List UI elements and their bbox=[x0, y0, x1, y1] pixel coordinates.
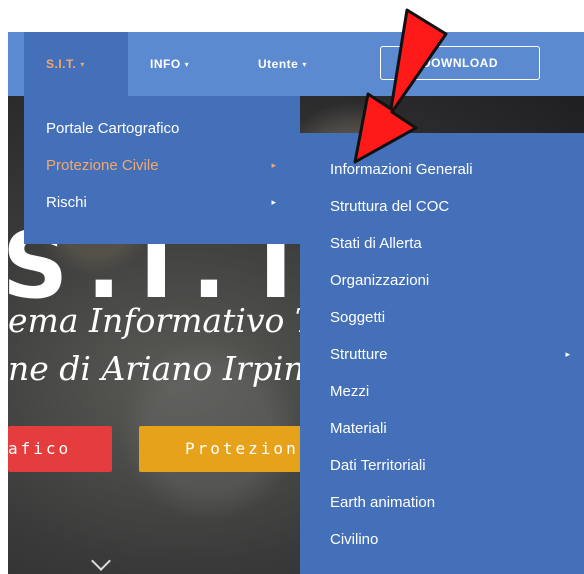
menu-item-protezione-civile[interactable]: Protezione Civile ▸ bbox=[24, 147, 300, 184]
submenu-item-materiali[interactable]: Materiali bbox=[300, 410, 584, 447]
submenu-item-struttura-del-coc[interactable]: Struttura del COC bbox=[300, 188, 584, 225]
menu-item-label: Organizzazioni bbox=[330, 272, 430, 289]
menu-item-label: Civilino bbox=[330, 531, 379, 548]
sit-dropdown-menu: Portale Cartografico Protezione Civile ▸… bbox=[24, 96, 300, 244]
hero-subtitle-line-1: ema Informativo T bbox=[8, 301, 317, 340]
menu-item-label: Materiali bbox=[330, 420, 387, 437]
submenu-item-mezzi[interactable]: Mezzi bbox=[300, 373, 584, 410]
submenu-item-stati-di-allerta[interactable]: Stati di Allerta bbox=[300, 225, 584, 262]
top-navbar: S.I.T. ▾ INFO ▾ Utente ▾ DOWNLOAD bbox=[8, 32, 584, 96]
nav-item-sit[interactable]: S.I.T. ▾ bbox=[24, 32, 128, 96]
submenu-item-soggetti[interactable]: Soggetti bbox=[300, 299, 584, 336]
caret-down-icon: ▾ bbox=[302, 59, 307, 69]
caret-right-icon: ▸ bbox=[565, 349, 570, 359]
menu-item-portale-cartografico[interactable]: Portale Cartografico bbox=[24, 110, 300, 147]
menu-item-label: Portale Cartografico bbox=[46, 120, 180, 137]
nav-item-label: INFO bbox=[150, 57, 181, 71]
menu-item-label: Rischi bbox=[46, 194, 87, 211]
download-button[interactable]: DOWNLOAD bbox=[380, 46, 540, 80]
submenu-item-dati-territoriali[interactable]: Dati Territoriali bbox=[300, 447, 584, 484]
nav-item-info[interactable]: INFO ▾ bbox=[150, 32, 189, 96]
nav-item-label: S.I.T. bbox=[46, 57, 77, 71]
caret-down-icon: ▾ bbox=[80, 59, 85, 69]
submenu-item-strutture[interactable]: Strutture ▸ bbox=[300, 336, 584, 373]
menu-item-label: Earth animation bbox=[330, 494, 436, 511]
submenu-item-organizzazioni[interactable]: Organizzazioni bbox=[300, 262, 584, 299]
hero-subtitle-line-2: ne di Ariano Irpin bbox=[8, 349, 305, 388]
portale-cartografico-button[interactable]: afico bbox=[8, 426, 112, 472]
menu-item-label: Dati Territoriali bbox=[330, 457, 426, 474]
caret-right-icon: ▸ bbox=[271, 197, 276, 207]
submenu-item-earth-animation[interactable]: Earth animation bbox=[300, 484, 584, 521]
caret-right-icon: ▸ bbox=[271, 160, 276, 170]
menu-item-label: Soggetti bbox=[330, 309, 386, 326]
nav-item-utente[interactable]: Utente ▾ bbox=[258, 32, 307, 96]
nav-item-label: Utente bbox=[258, 57, 299, 71]
submenu-item-civilino[interactable]: Civilino bbox=[300, 521, 584, 558]
menu-item-label: Protezione Civile bbox=[46, 157, 159, 174]
protezione-civile-submenu: Informazioni Generali Struttura del COC … bbox=[300, 133, 584, 574]
caret-down-icon: ▾ bbox=[184, 59, 190, 69]
menu-item-label: Stati di Allerta bbox=[330, 235, 422, 252]
menu-item-label: Strutture bbox=[330, 346, 388, 363]
submenu-item-informazioni-generali[interactable]: Informazioni Generali bbox=[300, 151, 584, 188]
menu-item-label: Struttura del COC bbox=[330, 198, 450, 215]
menu-item-label: Mezzi bbox=[330, 383, 370, 400]
menu-item-rischi[interactable]: Rischi ▸ bbox=[24, 184, 300, 221]
menu-item-label: Informazioni Generali bbox=[330, 161, 473, 178]
